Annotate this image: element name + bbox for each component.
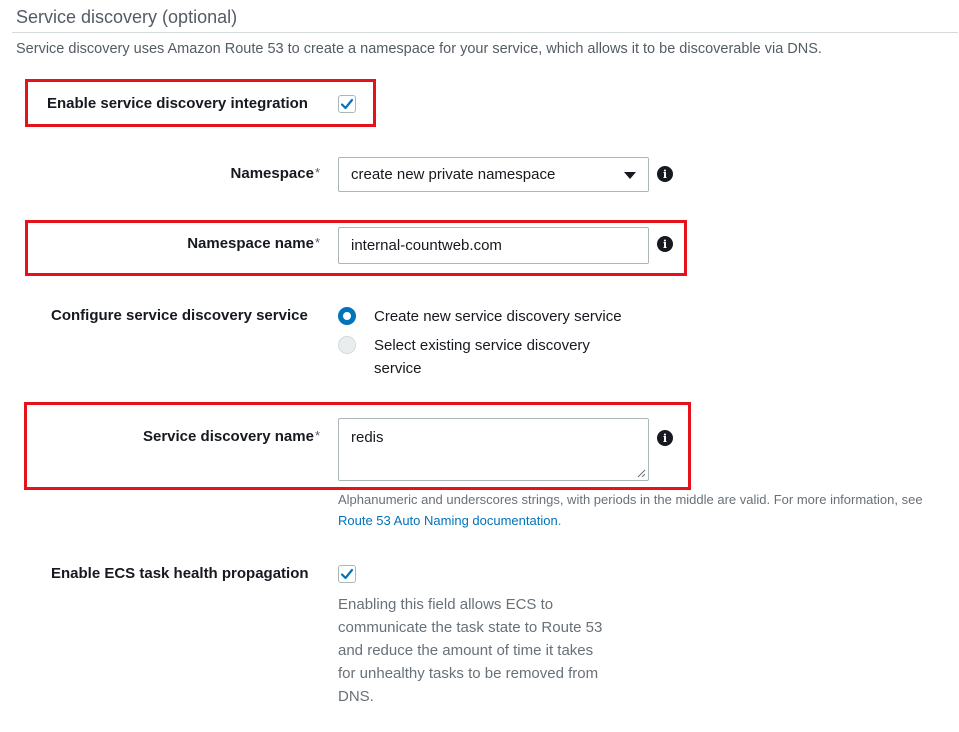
health-propagation-checkbox[interactable] <box>338 565 356 583</box>
section-description: Service discovery uses Amazon Route 53 t… <box>16 41 822 57</box>
service-discovery-name-help: Alphanumeric and underscores strings, wi… <box>338 489 953 531</box>
radio-select-existing-line1: Select existing service discovery <box>374 337 590 354</box>
route53-docs-link[interactable]: Route 53 Auto Naming documentation <box>338 513 558 528</box>
check-icon <box>340 568 354 580</box>
radio-create-new-label[interactable]: Create new service discovery service <box>374 305 622 328</box>
description-line: for unhealthy tasks to be removed from <box>338 665 599 682</box>
enable-integration-checkbox[interactable] <box>338 95 356 113</box>
required-mark: * <box>314 428 320 443</box>
help-suffix: . <box>557 513 562 528</box>
configure-service-label: Configure service discovery service <box>51 307 308 324</box>
health-propagation-label: Enable ECS task health propagation <box>51 565 309 582</box>
namespace-name-label: Namespace name* <box>100 235 320 252</box>
check-icon <box>340 98 354 110</box>
enable-integration-label: Enable service discovery integration <box>47 95 308 112</box>
service-discovery-name-value: redis <box>351 429 384 446</box>
namespace-label-text: Namespace <box>230 165 314 182</box>
required-mark: * <box>314 165 320 180</box>
namespace-select[interactable]: create new private namespace <box>338 157 649 192</box>
namespace-name-label-text: Namespace name <box>187 235 314 252</box>
radio-select-existing[interactable] <box>338 336 356 354</box>
namespace-select-value: create new private namespace <box>351 166 556 183</box>
radio-select-existing-label[interactable]: Select existing service discovery servic… <box>374 334 590 380</box>
required-mark: * <box>314 235 320 250</box>
section-divider <box>12 32 958 33</box>
help-text: Alphanumeric and underscores strings, wi… <box>338 492 923 507</box>
health-propagation-description: Enabling this field allows ECS to commun… <box>338 593 628 708</box>
radio-select-existing-line2: service <box>374 360 422 377</box>
description-line: Enabling this field allows ECS to <box>338 596 554 613</box>
resize-grip-icon[interactable] <box>636 468 646 478</box>
service-discovery-panel: Service discovery (optional) Service dis… <box>0 0 959 732</box>
description-line: communicate the task state to Route 53 <box>338 619 603 636</box>
caret-down-icon <box>624 172 636 179</box>
description-line: DNS. <box>338 688 374 705</box>
service-discovery-name-label: Service discovery name* <box>80 428 320 445</box>
info-icon[interactable]: i <box>657 430 673 446</box>
description-line: and reduce the amount of time it takes <box>338 642 594 659</box>
section-title: Service discovery (optional) <box>16 7 238 27</box>
info-icon[interactable]: i <box>657 236 673 252</box>
radio-create-new[interactable] <box>338 307 356 325</box>
info-icon[interactable]: i <box>657 166 673 182</box>
namespace-name-input[interactable] <box>338 227 649 264</box>
service-discovery-name-label-text: Service discovery name <box>142 428 314 445</box>
namespace-label: Namespace* <box>150 165 320 182</box>
service-discovery-name-textarea[interactable]: redis <box>338 418 649 481</box>
